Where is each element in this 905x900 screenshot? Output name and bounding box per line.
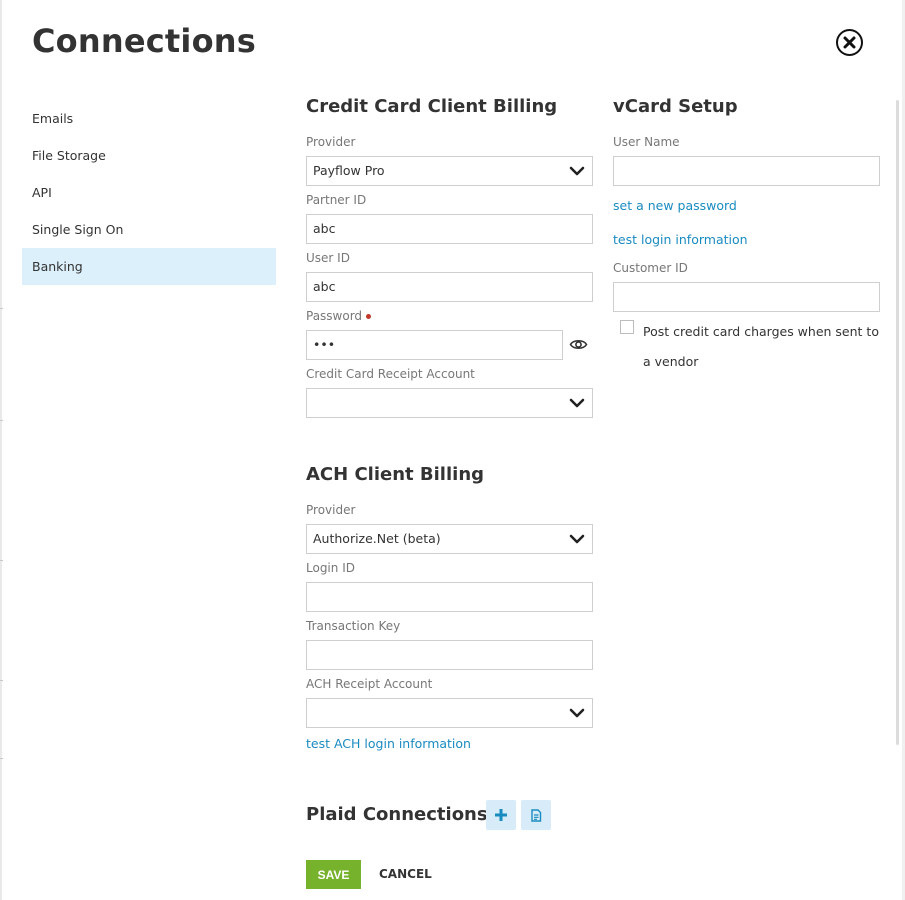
password-label: Password [306, 309, 363, 323]
cc-provider-label: Provider [306, 135, 356, 149]
cancel-button[interactable]: CANCEL [374, 860, 437, 889]
plaid-log-button[interactable] [521, 800, 551, 830]
sidebar-item-single-sign-on[interactable]: Single Sign On [22, 211, 276, 248]
backdrop-edge [0, 0, 2, 900]
customer-id-input[interactable] [613, 282, 880, 312]
page-title: Connections [32, 22, 256, 60]
plus-icon [495, 809, 507, 821]
cc-receipt-account-select[interactable] [306, 388, 593, 418]
customer-id-label: Customer ID [613, 261, 688, 275]
backdrop-tick [0, 308, 3, 309]
add-plaid-connection-button[interactable] [486, 800, 516, 830]
vcard-user-name-input[interactable] [613, 156, 880, 186]
cc-provider-select[interactable]: Payflow Pro [306, 156, 593, 186]
login-id-label: Login ID [306, 561, 355, 575]
cc-receipt-account-label: Credit Card Receipt Account [306, 367, 475, 381]
chevron-down-icon [569, 398, 585, 408]
sidebar-nav: Emails File Storage API Single Sign On B… [22, 100, 276, 285]
login-id-input[interactable] [306, 582, 593, 612]
document-icon [531, 808, 542, 822]
test-login-link[interactable]: test login information [613, 232, 748, 247]
close-icon [843, 36, 856, 49]
user-id-input[interactable]: abc [306, 272, 593, 302]
ach-provider-value: Authorize.Net (beta) [313, 531, 441, 546]
save-button[interactable]: SAVE [306, 860, 361, 889]
backdrop-tick [0, 420, 3, 421]
user-id-label: User ID [306, 251, 350, 265]
cc-provider-value: Payflow Pro [313, 163, 385, 178]
required-indicator [366, 314, 372, 319]
test-ach-login-link[interactable]: test ACH login information [306, 736, 471, 751]
plaid-section-title: Plaid Connections [306, 804, 488, 825]
partner-id-input[interactable]: abc [306, 214, 593, 244]
sidebar-item-banking[interactable]: Banking [22, 248, 276, 285]
ach-receipt-account-label: ACH Receipt Account [306, 677, 433, 691]
sidebar-item-api[interactable]: API [22, 174, 276, 211]
chevron-down-icon [569, 708, 585, 718]
set-new-password-link[interactable]: set a new password [613, 198, 737, 213]
backdrop-tick [0, 758, 3, 759]
credit-card-section-title: Credit Card Client Billing [306, 96, 558, 117]
password-input[interactable]: ••• [306, 330, 563, 360]
password-label-wrap: Password [306, 309, 372, 323]
scrollbar[interactable] [896, 100, 899, 745]
ach-provider-select[interactable]: Authorize.Net (beta) [306, 524, 593, 554]
transaction-key-input[interactable] [306, 640, 593, 670]
transaction-key-label: Transaction Key [306, 619, 401, 633]
backdrop-tick [0, 680, 3, 681]
post-charges-checkbox[interactable] [620, 320, 634, 334]
backdrop-tick [0, 560, 3, 561]
sidebar-item-emails[interactable]: Emails [22, 100, 276, 137]
vcard-section-title: vCard Setup [613, 96, 738, 117]
ach-provider-label: Provider [306, 503, 356, 517]
ach-receipt-account-select[interactable] [306, 698, 593, 728]
eye-icon[interactable] [569, 336, 588, 353]
partner-id-label: Partner ID [306, 193, 367, 207]
close-button[interactable] [836, 29, 863, 56]
chevron-down-icon [569, 534, 585, 544]
vcard-user-name-label: User Name [613, 135, 680, 149]
sidebar-item-file-storage[interactable]: File Storage [22, 137, 276, 174]
ach-section-title: ACH Client Billing [306, 464, 485, 485]
post-charges-label: Post credit card charges when sent to a … [643, 324, 879, 369]
chevron-down-icon [569, 166, 585, 176]
